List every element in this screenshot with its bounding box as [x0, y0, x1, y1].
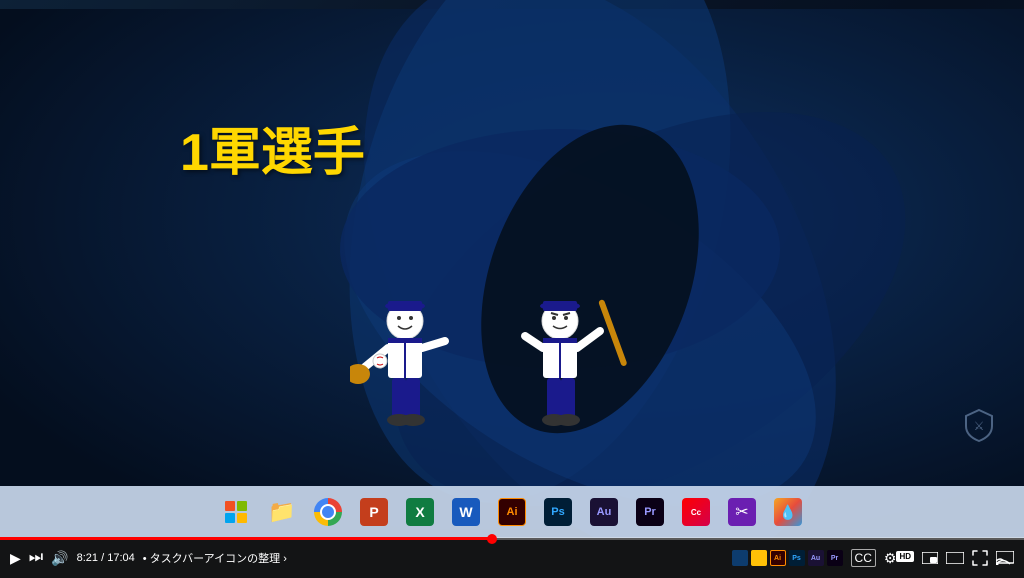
progress-bar-container[interactable] [0, 537, 1024, 540]
taskbar-illustrator[interactable]: Ai [492, 492, 532, 532]
current-time: 8:21 [77, 552, 98, 564]
paint-icon: 💧 [774, 498, 802, 526]
shield-icon: ⚔ [964, 408, 994, 448]
subtitles-button[interactable]: CC [851, 549, 876, 567]
baseball-figures [350, 296, 630, 446]
powerpoint-icon: P [360, 498, 388, 526]
taskbar-premiere[interactable]: Pr [630, 492, 670, 532]
excel-icon: X [406, 498, 434, 526]
mini-ai-icon: Ai [770, 550, 786, 566]
settings-button[interactable]: ⚙ HD [884, 550, 914, 567]
video-player: 🗑️ ごみ箱 📁 テキスト 1軍選手 [0, 0, 1024, 578]
total-time: 17:04 [107, 552, 135, 564]
theater-mode-button[interactable] [946, 552, 964, 564]
mini-icon-1 [732, 550, 748, 566]
taskbar-windows-start[interactable] [216, 492, 256, 532]
video-controls-bar: ▶ ⏭ 🔊 8:21 / 17:04 • タスクバーアイコンの整理 › Ai P… [0, 538, 1024, 578]
premiere-icon: Pr [636, 498, 664, 526]
mini-taskbar: Ai Ps Au Pr [732, 550, 843, 566]
chapter-text[interactable]: • タスクバーアイコンの整理 › [143, 550, 287, 566]
taskbar-photoshop[interactable]: Ps [538, 492, 578, 532]
taskbar-chrome[interactable] [308, 492, 348, 532]
fullscreen-button[interactable] [972, 550, 988, 566]
taskbar-snipping-tool[interactable]: ✂ [722, 492, 762, 532]
volume-button[interactable]: 🔊 [51, 550, 68, 567]
miniplayer-button[interactable] [922, 552, 938, 564]
pitcher-figure [350, 296, 460, 446]
taskbar-word[interactable]: W [446, 492, 486, 532]
taskbar-excel[interactable]: X [400, 492, 440, 532]
taskbar-paint[interactable]: 💧 [768, 492, 808, 532]
taskbar-creative-cloud[interactable]: Cc [676, 492, 716, 532]
controls-right: Ai Ps Au Pr CC ⚙ HD [732, 549, 1014, 567]
mini-au-icon: Au [808, 550, 824, 566]
time-display: 8:21 / 17:04 [77, 552, 135, 564]
chrome-icon [314, 498, 342, 526]
windows-logo [225, 501, 247, 523]
folder-icon: 📁 [268, 499, 295, 525]
taskbar-file-explorer[interactable]: 📁 [262, 492, 302, 532]
taskbar-audition[interactable]: Au [584, 492, 624, 532]
hd-badge: HD [896, 551, 914, 562]
progress-bar-fill [0, 537, 492, 540]
word-icon: W [452, 498, 480, 526]
mini-ps-icon: Ps [789, 550, 805, 566]
win11-swirl [0, 0, 1024, 538]
taskbar: 📁 P X W Ai Ps Au Pr [0, 486, 1024, 538]
cast-button[interactable] [996, 551, 1014, 565]
mini-pr-icon: Pr [827, 550, 843, 566]
creative-cloud-icon: Cc [682, 498, 710, 526]
overlay-title-text: 1軍選手 [180, 110, 365, 185]
batter-figure [510, 296, 630, 446]
taskbar-powerpoint[interactable]: P [354, 492, 394, 532]
svg-text:⚔: ⚔ [974, 419, 985, 433]
skip-button[interactable]: ⏭ [29, 549, 43, 567]
play-button[interactable]: ▶ [10, 550, 21, 567]
audition-icon: Au [590, 498, 618, 526]
illustrator-icon: Ai [498, 498, 526, 526]
photoshop-icon: Ps [544, 498, 572, 526]
desktop-background: 🗑️ ごみ箱 📁 テキスト 1軍選手 [0, 0, 1024, 538]
snipping-tool-icon: ✂ [728, 498, 756, 526]
mini-icon-2 [751, 550, 767, 566]
